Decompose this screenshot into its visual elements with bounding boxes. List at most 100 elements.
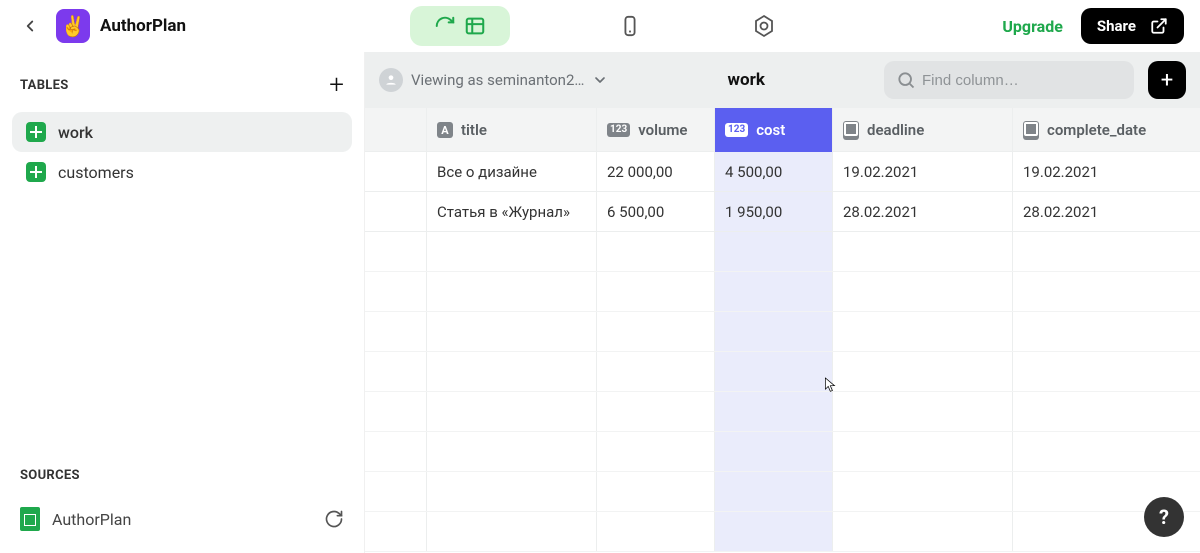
cell-empty[interactable] [427,392,597,431]
reload-icon[interactable] [324,509,344,529]
cell-empty[interactable] [833,432,1013,471]
column-header-deadline[interactable]: deadline [833,108,1013,152]
table-row[interactable]: Статья в «Журнал»6 500,001 950,0028.02.2… [365,192,1200,232]
row-handle[interactable] [365,392,427,431]
add-column-button[interactable]: + [1148,61,1186,99]
cell-empty[interactable] [427,312,597,351]
cell-deadline[interactable]: 28.02.2021 [833,192,1013,231]
row-handle[interactable] [365,192,427,231]
cell-empty[interactable] [427,352,597,391]
column-label: complete_date [1047,121,1146,139]
table-row-empty[interactable] [365,472,1200,512]
table-row[interactable]: Все о дизайне22 000,004 500,0019.02.2021… [365,152,1200,192]
cell-volume[interactable]: 22 000,00 [597,152,715,191]
date-type-icon [843,121,859,140]
data-grid: Atitle123volume123costdeadline complete_d… [365,108,1200,553]
cell-empty[interactable] [715,512,833,551]
cell-title[interactable]: Все о дизайне [427,152,597,191]
table-icon [26,122,46,142]
column-header-volume[interactable]: 123volume [597,108,715,152]
row-handle[interactable] [365,432,427,471]
row-handle[interactable] [365,312,427,351]
cell-empty[interactable] [597,432,715,471]
row-handle[interactable] [365,272,427,311]
cell-volume[interactable]: 6 500,00 [597,192,715,231]
mobile-device-button[interactable] [580,6,680,46]
phone-icon [619,15,641,37]
table-row-empty[interactable] [365,392,1200,432]
table-row-empty[interactable] [365,512,1200,552]
sidebar-table-customers[interactable]: customers [12,152,352,192]
cell-empty[interactable] [597,272,715,311]
row-handle[interactable] [365,512,427,551]
column-header-complete_date[interactable]: complete_date [1013,108,1200,152]
cell-empty[interactable] [597,312,715,351]
table-icon [26,162,46,182]
cell-empty[interactable] [597,352,715,391]
cell-empty[interactable] [715,352,833,391]
cell-empty[interactable] [715,272,833,311]
table-row-empty[interactable] [365,312,1200,352]
row-handle[interactable] [365,232,427,271]
back-button[interactable] [16,12,44,40]
row-handle[interactable] [365,352,427,391]
viewing-as-label: Viewing as seminanton2… [411,71,584,89]
upgrade-link[interactable]: Upgrade [1002,17,1063,36]
cell-empty[interactable] [1013,392,1200,431]
app-settings-button[interactable] [750,12,778,40]
table-row-empty[interactable] [365,352,1200,392]
desktop-device-button[interactable] [410,6,510,46]
cell-empty[interactable] [833,512,1013,551]
source-item[interactable]: AuthorPlan [12,497,352,541]
cell-empty[interactable] [427,232,597,271]
add-table-button[interactable]: + [329,72,344,98]
cell-empty[interactable] [1013,432,1200,471]
cell-empty[interactable] [715,312,833,351]
cell-empty[interactable] [833,472,1013,511]
cell-empty[interactable] [1013,232,1200,271]
cell-empty[interactable] [833,352,1013,391]
cell-empty[interactable] [427,512,597,551]
share-button[interactable]: Share [1081,8,1184,44]
settings-hex-icon [752,14,776,38]
chevron-left-icon [21,17,39,35]
cell-empty[interactable] [715,432,833,471]
app-icon[interactable]: ✌️ [56,9,90,43]
cell-empty[interactable] [833,272,1013,311]
help-button[interactable]: ? [1144,497,1184,537]
cell-title[interactable]: Статья в «Журнал» [427,192,597,231]
column-header-cost[interactable]: 123cost [715,108,833,152]
cell-empty[interactable] [1013,272,1200,311]
cell-empty[interactable] [833,232,1013,271]
cell-cost[interactable]: 4 500,00 [715,152,833,191]
cell-cost[interactable]: 1 950,00 [715,192,833,231]
cell-empty[interactable] [427,432,597,471]
cell-complete_date[interactable]: 19.02.2021 [1013,152,1200,191]
table-row-empty[interactable] [365,272,1200,312]
cell-empty[interactable] [833,312,1013,351]
external-link-icon [1150,17,1168,35]
viewer-switcher[interactable]: Viewing as seminanton2… [379,68,608,92]
table-row-empty[interactable] [365,432,1200,472]
cell-empty[interactable] [597,232,715,271]
find-column-input[interactable] [884,61,1134,99]
row-handle[interactable] [365,472,427,511]
column-label: title [461,121,487,139]
cell-empty[interactable] [427,272,597,311]
table-row-empty[interactable] [365,232,1200,272]
cell-empty[interactable] [715,232,833,271]
cell-empty[interactable] [833,392,1013,431]
cell-empty[interactable] [1013,352,1200,391]
cell-complete_date[interactable]: 28.02.2021 [1013,192,1200,231]
cell-empty[interactable] [715,392,833,431]
cell-deadline[interactable]: 19.02.2021 [833,152,1013,191]
cell-empty[interactable] [597,512,715,551]
cell-empty[interactable] [715,472,833,511]
cell-empty[interactable] [427,472,597,511]
row-handle[interactable] [365,152,427,191]
cell-empty[interactable] [597,472,715,511]
cell-empty[interactable] [597,392,715,431]
column-header-title[interactable]: Atitle [427,108,597,152]
cell-empty[interactable] [1013,312,1200,351]
sidebar-table-work[interactable]: work [12,112,352,152]
